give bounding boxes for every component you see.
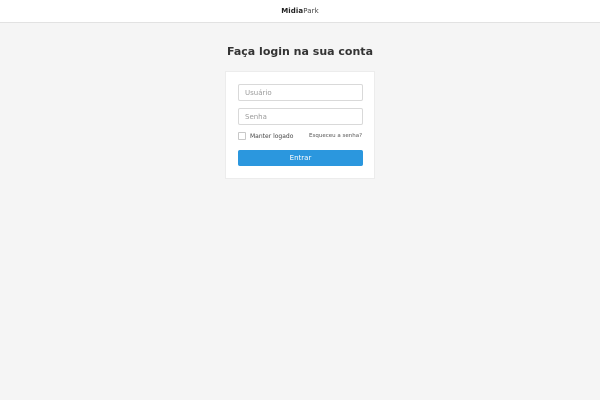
logo-light-text: Park bbox=[303, 6, 319, 15]
login-card: Manter logado Esqueceu a senha? Entrar bbox=[225, 71, 375, 179]
app-logo[interactable]: MidiaPark bbox=[281, 6, 319, 15]
username-input[interactable] bbox=[238, 84, 363, 101]
page-title: Faça login na sua conta bbox=[226, 45, 373, 58]
logo-bold-text: Midia bbox=[281, 6, 304, 15]
top-bar: MidiaPark bbox=[0, 0, 600, 23]
forgot-password-link[interactable]: Esqueceu a senha? bbox=[309, 131, 362, 141]
remember-me-toggle[interactable]: Manter logado bbox=[238, 131, 293, 141]
remember-me-label: Manter logado bbox=[250, 132, 294, 140]
remember-me-checkbox[interactable] bbox=[238, 132, 246, 140]
login-button[interactable]: Entrar bbox=[238, 150, 363, 166]
password-input[interactable] bbox=[238, 108, 363, 125]
